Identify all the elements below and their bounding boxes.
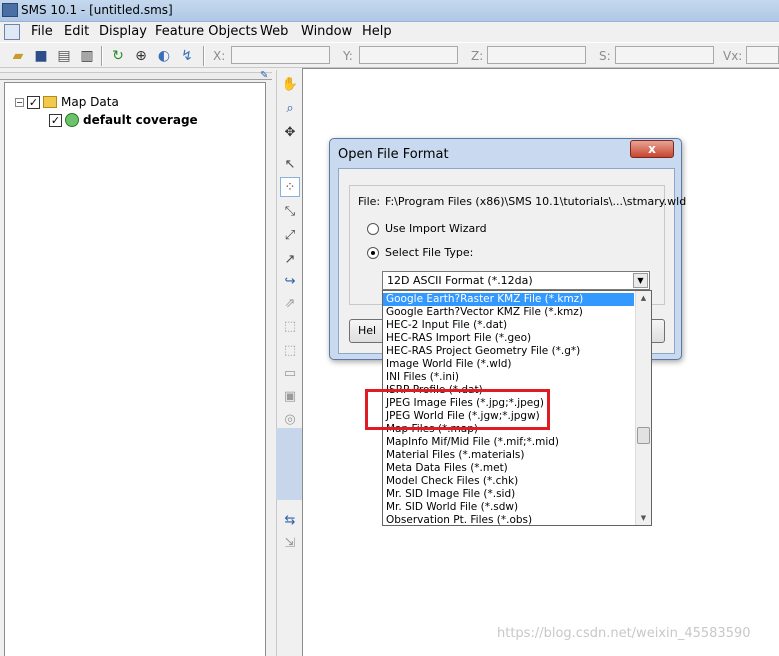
- select-feature-point-icon[interactable]: ↖: [280, 154, 300, 174]
- list-item[interactable]: MapInfo Mif/Mid File (*.mif;*.mid): [383, 436, 634, 449]
- z-label: Z:: [471, 49, 484, 63]
- scroll-up-icon[interactable]: ▲: [636, 291, 651, 305]
- list-item[interactable]: Mr. SID World File (*.sdw): [383, 501, 634, 514]
- scale-icon[interactable]: ⇆: [280, 510, 300, 530]
- scroll-thumb[interactable]: [637, 427, 650, 444]
- menu-feature-objects[interactable]: Feature Objects: [155, 24, 257, 39]
- select-file-type-label[interactable]: Select File Type:: [385, 246, 473, 259]
- list-item[interactable]: HEC-RAS Import File (*.geo): [383, 332, 634, 345]
- menu-display[interactable]: Display: [99, 24, 147, 39]
- window-title: SMS 10.1 - [untitled.sms]: [21, 3, 173, 17]
- polygon-tool-icon[interactable]: ▣: [280, 386, 300, 406]
- menu-help[interactable]: Help: [362, 24, 392, 39]
- tool-palette-fill: [276, 428, 302, 500]
- list-item[interactable]: INI Files (*.ini): [383, 371, 634, 384]
- toolbar-separator: [101, 46, 103, 66]
- watermark: https://blog.csdn.net/weixin_45583590: [497, 626, 751, 641]
- app-icon: [2, 3, 18, 17]
- mapper-icon[interactable]: ◐: [154, 46, 174, 66]
- tree-item-default-coverage[interactable]: ✓ default coverage: [49, 112, 198, 128]
- create-feature-point-icon[interactable]: ⁘: [280, 177, 300, 197]
- tree-item-label: default coverage: [83, 113, 198, 127]
- menu-file[interactable]: File: [31, 24, 53, 39]
- open-icon[interactable]: ▰: [8, 46, 28, 66]
- measure-icon[interactable]: ◎: [280, 409, 300, 429]
- tree-item-map-data[interactable]: − ✓ Map Data: [15, 94, 119, 110]
- z-field: [487, 46, 586, 64]
- pin-icon[interactable]: ✎: [260, 70, 272, 81]
- project-explorer: − ✓ Map Data ✓ default coverage: [4, 82, 266, 656]
- select-polygon-arrow-icon[interactable]: ⬚: [280, 340, 300, 360]
- pan-icon[interactable]: ✋: [280, 74, 300, 94]
- select-mesh-icon[interactable]: ⇲: [280, 533, 300, 553]
- select-vertex-icon[interactable]: ⤡: [280, 201, 300, 221]
- zoom-tool-icon[interactable]: ⌕: [280, 98, 300, 118]
- collapse-icon[interactable]: −: [15, 97, 24, 107]
- list-item[interactable]: Image World File (*.wld): [383, 358, 634, 371]
- x-label: X:: [213, 49, 226, 63]
- menu-bar: File Edit Display Feature Objects Web Wi…: [0, 22, 779, 42]
- document-icon[interactable]: [4, 24, 20, 40]
- import-wizard-label[interactable]: Use Import Wizard: [385, 222, 487, 235]
- close-button[interactable]: x: [630, 140, 674, 158]
- create-polygon-icon[interactable]: ▭: [280, 363, 300, 383]
- file-type-select[interactable]: 12D ASCII Format (*.12da) ▼: [382, 271, 650, 290]
- menu-edit[interactable]: Edit: [64, 24, 89, 39]
- list-item[interactable]: Google Earth?Vector KMZ File (*.kmz): [383, 306, 634, 319]
- explorer-header-strip: [0, 72, 272, 80]
- list-item[interactable]: Google Earth?Raster KMZ File (*.kmz): [383, 293, 634, 306]
- list-item[interactable]: Mr. SID Image File (*.sid): [383, 488, 634, 501]
- tree-item-label: Map Data: [61, 95, 119, 109]
- vx-label: Vx:: [723, 49, 743, 63]
- zoom-icon[interactable]: ⊕: [131, 46, 151, 66]
- select-arc-group-icon[interactable]: ⇗: [280, 293, 300, 313]
- rotate-icon[interactable]: ✥: [280, 122, 300, 142]
- x-field: [231, 46, 330, 64]
- list-item[interactable]: Meta Data Files (*.met): [383, 462, 634, 475]
- toolbar-separator: [203, 46, 205, 66]
- import-wizard-radio[interactable]: [367, 223, 379, 235]
- select-polygon-icon[interactable]: ⬚: [280, 316, 300, 336]
- menu-window[interactable]: Window: [301, 24, 352, 39]
- annotation-highlight: [365, 389, 550, 430]
- s-field: [615, 46, 714, 64]
- list-item[interactable]: HEC-RAS Project Geometry File (*.g*): [383, 345, 634, 358]
- file-label: File:: [358, 195, 381, 208]
- select-arc-icon[interactable]: ↗: [280, 249, 300, 269]
- coverage-icon: [65, 113, 79, 127]
- main-toolbar: ▰ ■ ▤ ▥ ↻ ⊕ ◐ ↯ X: Y: Z: S: Vx:: [0, 42, 779, 68]
- folder-icon: [43, 96, 57, 108]
- dropdown-scrollbar[interactable]: ▲ ▼: [635, 291, 651, 525]
- create-arc-icon[interactable]: ↪: [280, 271, 300, 291]
- map-data-checkbox[interactable]: ✓: [27, 95, 40, 109]
- s-label: S:: [599, 49, 611, 63]
- y-label: Y:: [343, 49, 353, 63]
- vx-field: [746, 46, 779, 64]
- gauge-icon[interactable]: ↯: [177, 46, 197, 66]
- file-type-value: 12D ASCII Format (*.12da): [387, 274, 533, 287]
- list-item[interactable]: HEC-2 Input File (*.dat): [383, 319, 634, 332]
- chevron-down-icon[interactable]: ▼: [633, 273, 648, 288]
- scroll-down-icon[interactable]: ▼: [636, 511, 651, 525]
- tool-palette: ✋ ⌕ ✥ ↖ ⁘ ⤡ ⤢ ↗ ↪ ⇗ ⬚ ⬚ ▭ ▣ ◎ ⇆ ⇲: [276, 70, 302, 656]
- delete-icon[interactable]: ▥: [77, 46, 97, 66]
- y-field: [359, 46, 458, 64]
- file-path: F:\Program Files (x86)\SMS 10.1\tutorial…: [385, 195, 687, 208]
- refresh-icon[interactable]: ↻: [108, 46, 128, 66]
- select-file-type-radio[interactable]: [367, 247, 379, 259]
- menu-web[interactable]: Web: [260, 24, 288, 39]
- list-item[interactable]: Observation Pt. Files (*.obs): [383, 514, 634, 525]
- save-icon[interactable]: ■: [31, 46, 51, 66]
- coverage-checkbox[interactable]: ✓: [49, 113, 62, 127]
- list-item[interactable]: Model Check Files (*.chk): [383, 475, 634, 488]
- create-vertex-icon[interactable]: ⤢: [280, 225, 300, 245]
- dialog-title: Open File Format: [338, 147, 449, 162]
- title-bar: SMS 10.1 - [untitled.sms]: [0, 0, 779, 22]
- print-icon[interactable]: ▤: [54, 46, 74, 66]
- list-item[interactable]: Material Files (*.materials): [383, 449, 634, 462]
